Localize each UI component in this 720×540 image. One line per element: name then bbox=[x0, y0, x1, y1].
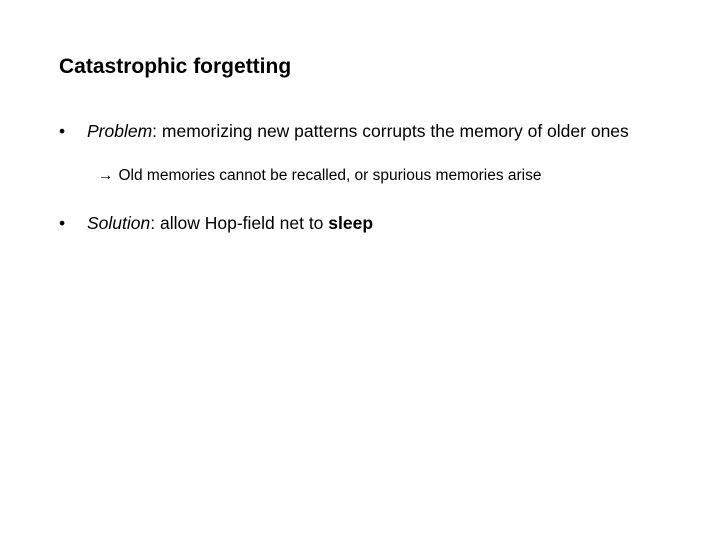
bullet-problem: • Problem: memorizing new patterns corru… bbox=[59, 120, 669, 142]
bullet-problem-body: memorizing new patterns corrupts the mem… bbox=[157, 121, 629, 141]
slide-title: Catastrophic forgetting bbox=[59, 55, 292, 78]
bullet-problem-term: Problem bbox=[87, 121, 153, 141]
bullet-solution-term: Solution bbox=[87, 213, 151, 233]
bullet-marker: • bbox=[59, 121, 66, 141]
bullet-problem-text: Problem: memorizing new patterns corrupt… bbox=[87, 120, 669, 142]
bullet-solution-emphasis: sleep bbox=[328, 213, 374, 233]
sub-point-consequence: → Old memories cannot be recalled, or spu… bbox=[98, 166, 541, 186]
bullet-marker: • bbox=[59, 213, 66, 233]
slide: Catastrophic forgetting • Problem: memor… bbox=[0, 0, 720, 540]
arrow-right-icon: → bbox=[98, 167, 114, 184]
bullet-solution-text: Solution: allow Hop-field net to sleep bbox=[87, 212, 669, 234]
bullet-solution-body: allow Hop-field net to bbox=[155, 213, 329, 233]
sub-point-text: Old memories cannot be recalled, or spur… bbox=[118, 167, 542, 184]
bullet-solution: • Solution: allow Hop-field net to sleep bbox=[59, 212, 669, 234]
